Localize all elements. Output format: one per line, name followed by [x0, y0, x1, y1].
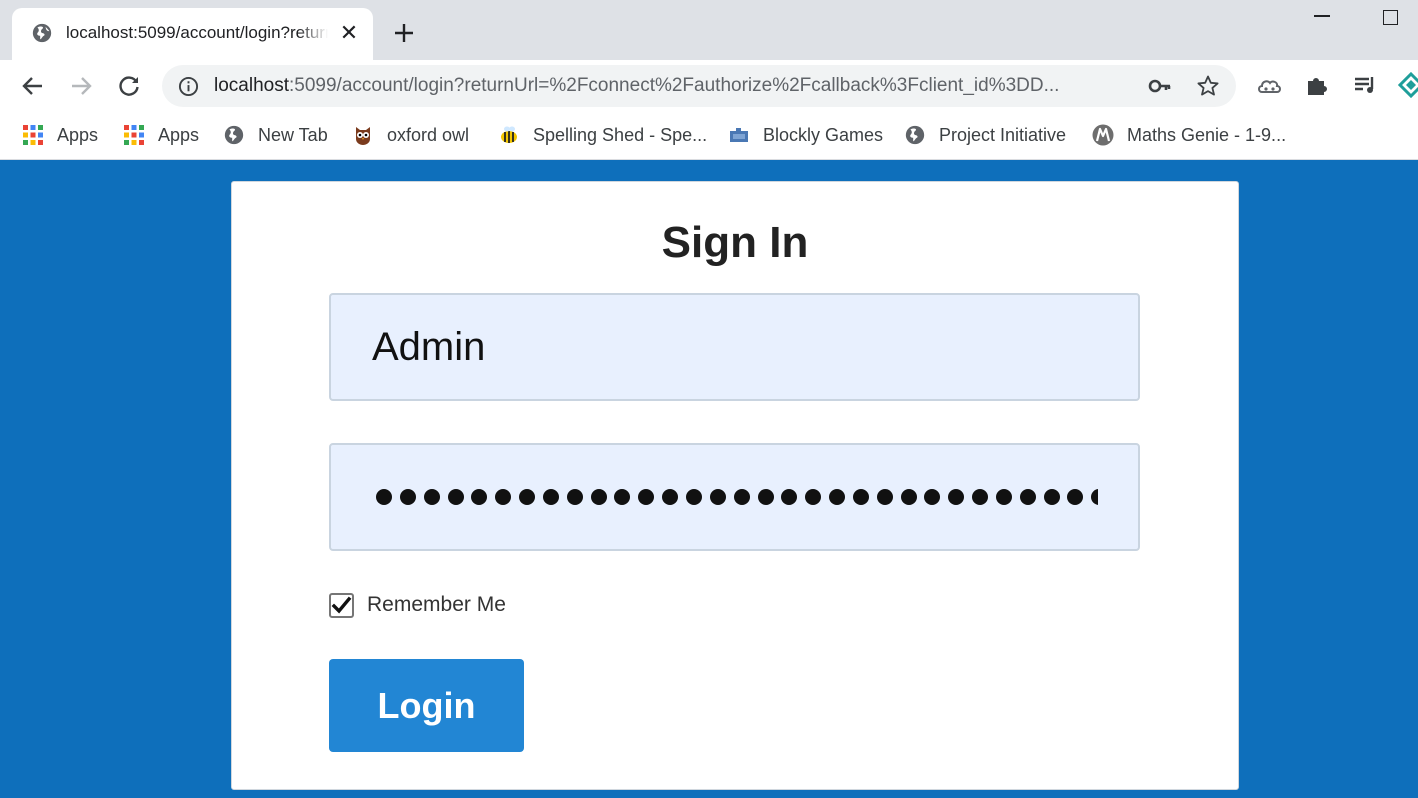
password-dot: [948, 489, 965, 505]
media-queue-icon[interactable]: [1352, 72, 1378, 98]
address-bar[interactable]: localhost:5099/account/login?returnUrl=%…: [162, 65, 1236, 107]
password-dot: [542, 489, 559, 505]
bookmark-label: Project Initiative: [939, 125, 1067, 145]
bookmark-project-initiative[interactable]: Project Initiative: [904, 122, 1066, 148]
bookmark-label: Blockly Games: [763, 125, 884, 145]
url-path: :5099/account/login?returnUrl=%2Fconnect…: [289, 75, 1060, 96]
bookmark-apps[interactable]: Apps: [22, 122, 98, 148]
password-dot: [900, 489, 917, 505]
url-text[interactable]: localhost:5099/account/login?returnUrl=%…: [214, 74, 1134, 98]
remember-me[interactable]: Remember Me: [329, 592, 506, 618]
bookmark-maths-genie[interactable]: Maths Genie - 1-9...: [1092, 122, 1286, 148]
password-dot: [995, 489, 1012, 505]
bookmark-label: Maths Genie - 1-9...: [1127, 125, 1287, 145]
bookmark-new-tab[interactable]: New Tab: [223, 122, 328, 148]
password-dot: [829, 489, 846, 505]
apps-grid-icon: [124, 125, 144, 145]
login-card: Sign In Admin Remember Me Login: [231, 181, 1239, 790]
maximize-icon[interactable]: [1383, 10, 1398, 25]
browser-toolbar: localhost:5099/account/login?returnUrl=%…: [0, 60, 1418, 112]
password-dot: [805, 489, 822, 505]
password-mask: [376, 489, 1098, 507]
extension-cloud-icon[interactable]: [1256, 72, 1282, 98]
password-dot: [662, 489, 679, 505]
password-dot: [1019, 489, 1036, 505]
username-field[interactable]: Admin: [329, 293, 1140, 401]
remember-me-checkbox[interactable]: [329, 592, 354, 618]
puzzle-block-icon: [730, 128, 748, 142]
new-tab-plus-icon[interactable]: [390, 19, 418, 47]
globe-icon: [32, 23, 52, 43]
password-dot: [876, 489, 893, 505]
bookmark-label: Spelling Shed - Spe...: [533, 125, 708, 145]
password-dot: [566, 489, 583, 505]
login-button[interactable]: Login: [329, 659, 524, 752]
back-arrow-icon[interactable]: [20, 73, 46, 99]
password-dot: [590, 489, 607, 505]
browser-tab[interactable]: localhost:5099/account/login?returnUrl=%…: [12, 8, 373, 60]
forward-arrow-icon[interactable]: [68, 73, 94, 99]
extension-logo-icon[interactable]: [1398, 72, 1418, 98]
close-icon[interactable]: ✕: [337, 21, 361, 45]
extensions-puzzle-icon[interactable]: [1304, 72, 1330, 98]
maths-genie-icon: [1092, 124, 1114, 146]
globe-icon: [905, 125, 925, 145]
password-dot: [1067, 489, 1084, 505]
password-dot: [376, 489, 392, 505]
globe-icon: [224, 125, 244, 145]
bookmark-oxford-owl[interactable]: oxford owl: [352, 122, 469, 148]
password-dot: [733, 489, 750, 505]
remember-me-label: Remember Me: [367, 593, 506, 616]
password-dot: [1091, 489, 1098, 505]
password-dot: [614, 489, 631, 505]
password-dot: [757, 489, 774, 505]
bookmark-apps-2[interactable]: Apps: [123, 122, 199, 148]
tab-strip: localhost:5099/account/login?returnUrl=%…: [0, 0, 1418, 60]
password-dot: [471, 489, 488, 505]
password-dot: [709, 489, 726, 505]
bookmark-label: New Tab: [258, 125, 328, 145]
password-dot: [972, 489, 989, 505]
password-dot: [519, 489, 536, 505]
key-icon[interactable]: [1148, 76, 1172, 96]
bookmark-label: Apps: [158, 125, 200, 145]
password-dot: [685, 489, 702, 505]
password-dot: [924, 489, 941, 505]
bookmark-blockly-games[interactable]: Blockly Games: [728, 122, 883, 148]
checkmark-icon: [331, 596, 352, 614]
password-dot: [423, 489, 440, 505]
url-host: localhost: [214, 75, 289, 96]
bookmarks-bar: Apps Apps New Tab oxford owl Spelling Sh…: [0, 112, 1418, 160]
minimize-icon[interactable]: [1314, 15, 1330, 17]
password-field[interactable]: [329, 443, 1140, 551]
password-dot: [852, 489, 869, 505]
password-dot: [1043, 489, 1060, 505]
tab-title: localhost:5099/account/login?returnUrl=%…: [66, 22, 328, 44]
password-dot: [638, 489, 655, 505]
apps-grid-icon: [23, 125, 43, 145]
reload-icon[interactable]: [116, 73, 142, 99]
bookmark-spelling-shed[interactable]: Spelling Shed - Spe...: [498, 122, 707, 148]
password-dot: [495, 489, 512, 505]
owl-icon: [356, 127, 370, 145]
password-dot: [781, 489, 798, 505]
bee-icon: [501, 126, 517, 143]
password-dot: [399, 489, 416, 505]
star-icon[interactable]: [1196, 74, 1220, 98]
password-dot: [447, 489, 464, 505]
info-icon[interactable]: [178, 76, 199, 97]
bookmark-label: oxford owl: [387, 125, 470, 145]
page-title: Sign In: [661, 218, 809, 267]
username-value: Admin: [372, 325, 486, 369]
bookmark-label: Apps: [57, 125, 99, 145]
